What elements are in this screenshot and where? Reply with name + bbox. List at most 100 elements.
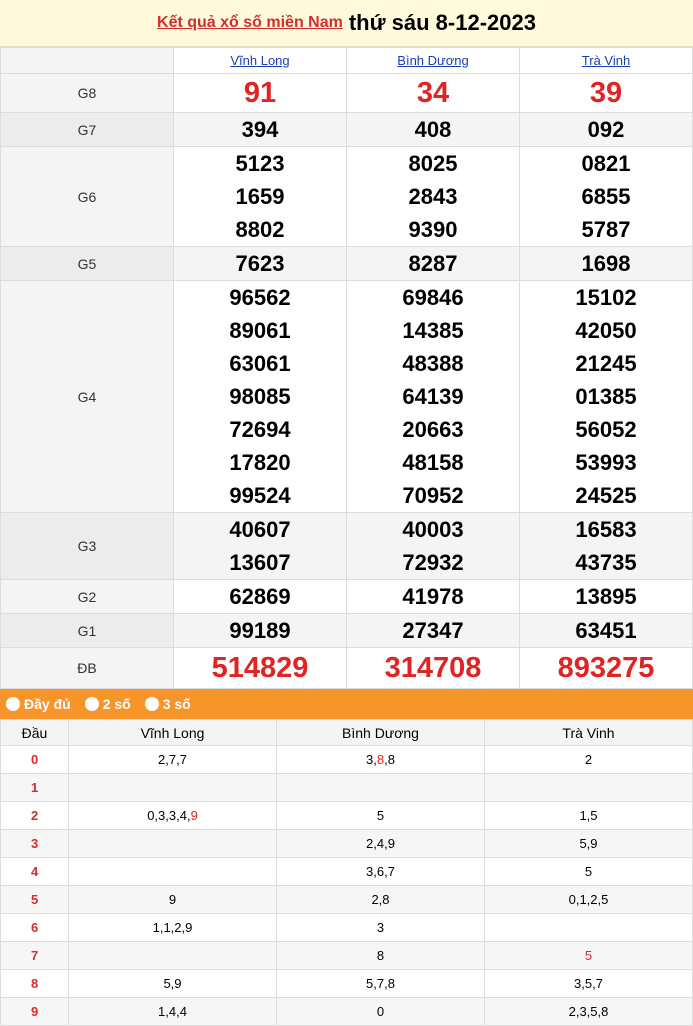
- loto-digits: 5,9: [163, 976, 182, 991]
- loto-row: 6 1,1,2,9 3: [0, 913, 693, 942]
- prize-number: 34: [416, 77, 450, 109]
- loto-row: 4 3,6,7 5: [0, 857, 693, 886]
- prize-cell: 40607 13607: [173, 512, 347, 580]
- province-link[interactable]: Bình Dương: [397, 53, 468, 68]
- prize-number: 9390: [408, 217, 458, 242]
- loto-cell: 1,1,2,9: [68, 913, 277, 942]
- dau-digit: 4: [0, 857, 69, 886]
- prize-number: 408: [414, 117, 452, 142]
- dau-digit: 9: [0, 997, 69, 1026]
- radio-icon[interactable]: [144, 697, 159, 711]
- prize-cell: 8025 2843 9390: [346, 146, 520, 247]
- dau-digit: 5: [0, 885, 69, 914]
- prize-cell: 394: [173, 112, 347, 147]
- prize-number: 514829: [211, 652, 309, 684]
- prize-row: ĐB 514829 314708 893275: [0, 647, 693, 689]
- region-results-link[interactable]: Kết quả xổ số miền Nam: [157, 14, 343, 32]
- loto-cell: 0,1,2,5: [484, 885, 693, 914]
- prize-number: 99524: [229, 483, 291, 508]
- prize-number: 24525: [575, 483, 637, 508]
- loto-cell: [484, 913, 693, 942]
- prize-number: 69846: [402, 285, 464, 310]
- radio-icon[interactable]: [6, 697, 20, 711]
- prize-cell: 62869: [173, 579, 347, 614]
- prize-cell: 41978: [346, 579, 520, 614]
- loto-cell: 3,5,7: [484, 969, 693, 998]
- loto-province-header: Bình Dương: [276, 719, 485, 746]
- loto-cell: 2,4,9: [276, 829, 485, 858]
- loto-digits: 2,3,5,8: [568, 1004, 609, 1019]
- radio-icon[interactable]: [84, 697, 99, 711]
- corner-cell: [0, 47, 174, 74]
- loto-cell: 5: [484, 857, 693, 886]
- province-header: Bình Dương: [346, 47, 520, 74]
- prize-number: 13895: [575, 584, 637, 609]
- loto-cell: 8: [276, 941, 485, 970]
- prize-number: 53993: [575, 450, 637, 475]
- option-3-label: 3 số: [162, 696, 191, 712]
- prize-label: G7: [0, 112, 174, 147]
- loto-digits: 5: [376, 808, 385, 823]
- prize-number: 99189: [229, 618, 291, 643]
- prize-number: 5123: [235, 151, 285, 176]
- prize-cell: 1698: [519, 246, 693, 281]
- prize-cell: 514829: [173, 647, 347, 689]
- prize-number: 17820: [229, 450, 291, 475]
- loto-row: 0 2,7,7 3,8,8 2: [0, 745, 693, 774]
- prize-label: G3: [0, 512, 174, 580]
- loto-row: 2 0,3,3,4,9 5 1,5: [0, 801, 693, 830]
- loto-cell: [68, 857, 277, 886]
- loto-cell: [68, 829, 277, 858]
- loto-digits: 0,3,3,4,: [147, 808, 191, 823]
- prize-row: G7 394 408 092: [0, 112, 693, 147]
- loto-digits: 9: [190, 808, 198, 823]
- prize-number: 21245: [575, 351, 637, 376]
- prize-number: 48158: [402, 450, 464, 475]
- prize-number: 14385: [402, 318, 464, 343]
- loto-digits: 1,4,4: [158, 1004, 187, 1019]
- option-2-digits[interactable]: 2 số: [84, 696, 131, 712]
- province-link[interactable]: Vĩnh Long: [230, 53, 289, 68]
- loto-digits: 3: [376, 920, 385, 935]
- option-3-digits[interactable]: 3 số: [144, 696, 191, 712]
- loto-cell: 2: [484, 745, 693, 774]
- loto-row: 1: [0, 773, 693, 802]
- loto-digits: 0: [376, 1004, 385, 1019]
- loto-digits: 2: [584, 752, 593, 767]
- page: Kết quả xổ số miền Nam thứ sáu 8-12-2023…: [0, 0, 693, 1026]
- prize-number: 6855: [581, 184, 631, 209]
- prize-cell: 408: [346, 112, 520, 147]
- prize-cell: 314708: [346, 647, 520, 689]
- prize-number: 72932: [402, 550, 464, 575]
- prize-label: G1: [0, 613, 174, 648]
- loto-digits: 8: [376, 948, 385, 963]
- loto-digits: 5: [584, 948, 593, 963]
- prize-number: 0821: [581, 151, 631, 176]
- prize-number: 42050: [575, 318, 637, 343]
- dau-digit: 1: [0, 773, 69, 802]
- prize-row: G2 62869 41978 13895: [0, 579, 693, 614]
- prize-number: 16583: [575, 517, 637, 542]
- dau-digit: 3: [0, 829, 69, 858]
- dau-digit: 8: [0, 969, 69, 998]
- prize-cell: 5123 1659 8802: [173, 146, 347, 247]
- loto-cell: 5: [484, 941, 693, 970]
- prize-number: 63061: [229, 351, 291, 376]
- loto-cell: 2,8: [276, 885, 485, 914]
- loto-cell: 5,9: [484, 829, 693, 858]
- prize-number: 092: [587, 117, 625, 142]
- loto-province-header: Trà Vinh: [484, 719, 693, 746]
- dau-digit: 7: [0, 941, 69, 970]
- option-full[interactable]: Đầy đủ: [6, 696, 71, 712]
- prize-number: 5787: [581, 217, 631, 242]
- loto-cell: 1,5: [484, 801, 693, 830]
- draw-date: thứ sáu 8-12-2023: [348, 10, 536, 35]
- loto-digits: 3,: [366, 752, 377, 767]
- loto-digits: 5,7,8: [366, 976, 395, 991]
- prize-number: 62869: [229, 584, 291, 609]
- prize-number: 1659: [235, 184, 285, 209]
- loto-digits: 0,1,2,5: [568, 892, 609, 907]
- prize-number: 15102: [575, 285, 637, 310]
- prize-number: 40607: [229, 517, 291, 542]
- province-link[interactable]: Trà Vinh: [582, 53, 630, 68]
